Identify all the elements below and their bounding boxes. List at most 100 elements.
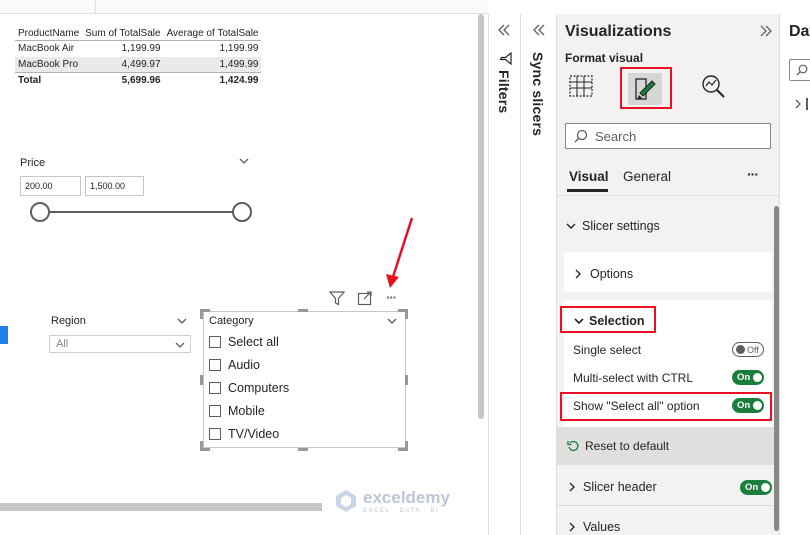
category-item-computers[interactable]: Computers — [209, 376, 289, 399]
vertical-scrollbar[interactable] — [478, 14, 484, 419]
table-header[interactable]: Average of TotalSale — [164, 27, 262, 41]
sales-table[interactable]: ProductName Sum of TotalSale Average of … — [15, 27, 262, 89]
focus-mode-icon[interactable] — [357, 291, 373, 311]
search-input[interactable]: Search — [565, 123, 771, 149]
price-slicer-title: Price — [20, 157, 46, 169]
chevron-down-icon — [574, 318, 584, 325]
table-header-row: ProductName Sum of TotalSale Average of … — [15, 27, 262, 41]
table-header[interactable]: ProductName — [15, 27, 82, 41]
category-list: Select all Audio Computers Mobile TV/Vid… — [209, 330, 289, 445]
sync-slicers-pane-collapsed[interactable]: Sync slicers — [520, 14, 556, 535]
checkbox[interactable] — [209, 358, 221, 371]
reset-to-default-button[interactable]: Reset to default — [567, 439, 669, 453]
search-placeholder: Search — [595, 128, 637, 144]
search-icon — [796, 64, 808, 76]
toggle-state: On — [737, 372, 751, 383]
horizontal-scrollbar[interactable] — [0, 503, 322, 511]
build-visual-icon[interactable] — [568, 73, 594, 104]
table-header[interactable]: Sum of TotalSale — [82, 27, 163, 41]
analytics-icon[interactable] — [700, 73, 726, 104]
watermark-tagline: EXCEL · DATA · BI — [363, 508, 440, 514]
price-slider-min-handle[interactable] — [30, 202, 50, 222]
sync-slicers-tab-label[interactable]: Sync slicers — [530, 52, 546, 136]
toggle-knob — [753, 401, 763, 410]
checkbox[interactable] — [209, 381, 221, 394]
chevron-right-icon — [569, 522, 575, 532]
more-options-icon[interactable]: ··· — [386, 290, 397, 305]
checkbox[interactable] — [209, 404, 221, 417]
filters-pane-collapsed[interactable]: Filters — [488, 14, 520, 535]
divider — [557, 505, 774, 506]
selection-marker — [0, 326, 8, 344]
divider — [557, 195, 779, 196]
slicer-settings-header[interactable]: Slicer settings — [565, 219, 660, 233]
collapse-chevron-icon[interactable] — [759, 24, 773, 43]
format-visual-button[interactable] — [628, 73, 662, 105]
tab-general[interactable]: General — [623, 169, 671, 184]
visualizations-pane: Visualizations Format visual Search Visu… — [556, 14, 779, 535]
resize-handle[interactable] — [398, 309, 408, 319]
price-slider-max-handle[interactable] — [232, 202, 252, 222]
category-item-select-all[interactable]: Select all — [209, 330, 289, 353]
section-label: Slicer header — [583, 480, 657, 494]
chevron-right-icon[interactable] — [793, 97, 803, 115]
chevron-down-icon[interactable] — [176, 314, 188, 332]
single-select-toggle[interactable]: Off — [732, 342, 764, 357]
resize-handle[interactable] — [405, 375, 408, 385]
toggle-state: On — [737, 400, 751, 411]
values-section[interactable]: Values — [567, 520, 620, 534]
category-item-mobile[interactable]: Mobile — [209, 399, 289, 422]
resize-handle[interactable] — [398, 441, 408, 451]
category-item-label: Mobile — [228, 403, 265, 418]
expand-chevron-icon[interactable] — [532, 23, 546, 42]
more-options-icon[interactable]: ··· — [747, 166, 759, 182]
active-tab-underline — [567, 189, 608, 192]
resize-handle[interactable] — [298, 309, 308, 312]
price-slider-track — [40, 211, 242, 213]
filters-tab-label[interactable]: Filters — [496, 70, 512, 113]
price-max-input[interactable]: 1,500.00 — [85, 176, 144, 196]
toggle-knob — [753, 373, 763, 382]
top-strip — [0, 0, 488, 14]
chevron-down-icon — [566, 223, 576, 229]
category-item-tv-video[interactable]: TV/Video — [209, 422, 289, 445]
data-search-input[interactable] — [789, 59, 810, 81]
table-row: MacBook Pro 4,499.97 1,499.99 — [15, 56, 262, 73]
slicer-header-section[interactable]: Slicer header — [567, 480, 657, 494]
region-dropdown[interactable]: All — [49, 335, 191, 353]
price-min-input[interactable]: 200.00 — [20, 176, 81, 196]
watermark-name: exceldemy — [363, 488, 450, 507]
region-slicer-title: Region — [51, 315, 86, 327]
selection-header[interactable]: Selection — [573, 314, 645, 328]
category-item-label: Computers — [228, 380, 290, 395]
data-pane: Dat — [779, 14, 810, 535]
section-label: Selection — [589, 314, 645, 328]
checkbox[interactable] — [209, 335, 221, 348]
category-item-audio[interactable]: Audio — [209, 353, 289, 376]
filter-icon[interactable] — [328, 291, 346, 311]
annotation-arrow — [386, 217, 414, 288]
section-label: Values — [583, 520, 621, 534]
options-header[interactable]: Options — [573, 267, 633, 281]
divider — [95, 0, 96, 14]
show-select-all-toggle[interactable]: On — [732, 398, 764, 413]
expand-chevron-icon[interactable] — [497, 23, 511, 42]
watermark-logo-icon — [336, 490, 356, 512]
toggle-state: Off — [747, 344, 759, 355]
search-icon — [574, 129, 588, 143]
chevron-down-icon[interactable] — [386, 314, 398, 332]
filter-icon — [499, 51, 512, 70]
resize-handle[interactable] — [298, 448, 308, 451]
chevron-down-icon — [174, 338, 186, 356]
checkbox[interactable] — [209, 427, 221, 440]
multi-select-toggle[interactable]: On — [732, 370, 764, 385]
resize-handle[interactable] — [200, 375, 203, 385]
slicer-header-toggle[interactable]: On — [740, 480, 772, 495]
pane-title: Dat — [789, 23, 810, 40]
paint-brush-icon — [635, 78, 656, 100]
table-total-label: Total — [18, 75, 42, 87]
table-cell: MacBook Air — [18, 43, 75, 55]
table-row: MacBook Air 1,199.99 1,199.99 — [15, 41, 261, 57]
tab-visual[interactable]: Visual — [569, 169, 609, 184]
chevron-down-icon[interactable] — [238, 154, 250, 172]
